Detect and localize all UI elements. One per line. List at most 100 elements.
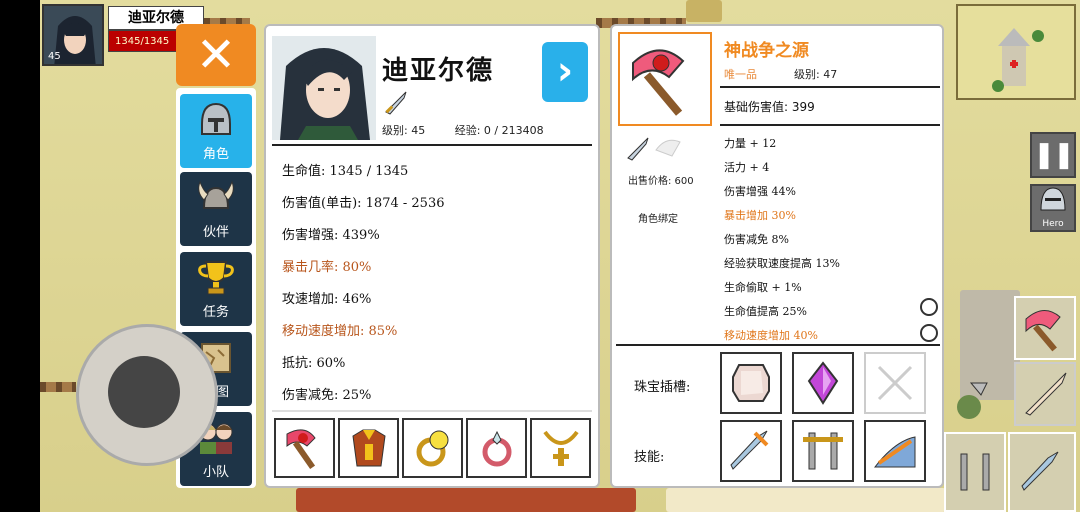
skill-slot-1[interactable] [720,420,782,482]
quick-slot-weapon[interactable] [1014,296,1076,360]
sword-icon [1025,372,1067,416]
fence-decoration [40,382,76,392]
tab-character[interactable]: 角色 [180,94,252,168]
quick-slot-axe[interactable] [946,372,1002,428]
item-detail-panel: 神战争之源 唯一品 级别: 47 基础伤害值: 399 出售价格: 600 角色… [610,24,944,488]
character-portrait [272,36,376,140]
character-stats: 生命值: 1345 / 1345 伤害值(单击): 1874 - 2536 伤害… [282,156,444,412]
empty-slot-icon [877,365,913,401]
divider [720,124,940,126]
minimap-art [992,28,1044,92]
joystick-knob[interactable] [108,356,180,428]
item-bar-decoration [666,488,946,512]
ring-icon [416,430,448,467]
viking-helmet-icon [194,176,238,220]
item-attributes: 力量 + 12 活力 + 4 伤害增强 44% 暴击增加 30% 伤害减免 8%… [724,132,840,348]
close-icon: ✕ [195,27,237,83]
screen-edge [0,0,40,512]
minimap[interactable] [956,4,1076,100]
refresh-icon[interactable] [920,324,938,342]
stat-attack-speed: 攻速增加: 46% [282,292,372,307]
equip-slot-amulet[interactable] [466,418,527,478]
equipment-row [274,418,594,482]
stat-move-speed: 移动速度增加: 85% [282,324,398,339]
gem-slot-2[interactable] [792,352,854,414]
tab-label: 角色 [202,147,229,162]
pause-icon: ❚❚ [1033,140,1075,170]
axe-icon [286,429,316,470]
item-base-damage: 基础伤害值: 399 [724,100,815,114]
hero-portrait-small[interactable]: 45 [42,4,104,66]
item-level: 级别: 47 [794,68,838,81]
item-attr: 生命偷取 + 1% [724,281,802,294]
stat-hp: 生命值: 1345 / 1345 [282,164,409,179]
close-button[interactable]: ✕ [176,24,256,86]
trophy-icon [194,256,238,300]
quick-slot-sword[interactable] [1014,362,1076,426]
amethyst-gem-icon [807,361,839,405]
item-name: 神战争之源 [724,41,809,61]
item-thumbnail [618,32,712,126]
helmet-icon [194,98,238,142]
armor-icon [351,429,386,467]
item-attr: 经验获取速度提高 13% [724,257,840,270]
twin-swords-skill-icon [803,432,843,470]
next-character-button[interactable]: › [542,42,588,102]
diamond-gem-icon [732,364,770,402]
sword-icon [382,88,410,120]
divider [616,344,940,346]
stat-crit-chance: 暴击几率: 80% [282,260,372,275]
character-level: 级别: 45 [382,124,426,137]
chevron-right-icon: › [556,48,574,94]
stat-damage-reduction: 伤害减免: 25% [282,388,372,403]
divider [272,410,592,412]
amulet-icon [482,430,511,467]
whirlwind-skill-icon [873,436,916,468]
stat-damage: 伤害值(单击): 1874 - 2536 [282,196,445,211]
tab-partner[interactable]: 伙伴 [180,172,252,246]
item-attr: 暴击增加 30% [724,209,796,222]
refresh-icon[interactable] [920,298,938,316]
hero-helmet-icon [1040,187,1066,211]
skill-slot-2[interactable] [792,420,854,482]
item-rarity: 唯一品 [724,68,757,81]
character-panel: 迪亚尔德 › 级别: 45 经验: 0 / 213408 生命值: 1345 /… [264,24,600,488]
hero-button[interactable]: Hero [1030,184,1076,232]
item-attr: 伤害增强 44% [724,185,796,198]
quick-slot-skill-1[interactable] [944,432,1006,512]
equip-slot-weapon[interactable] [274,418,335,478]
character-portrait-art [272,36,376,140]
monster-decoration [296,488,636,512]
quick-slot-skill-2[interactable] [1008,432,1076,512]
character-exp: 经验: 0 / 213408 [454,124,544,137]
tab-quest[interactable]: 任务 [180,252,252,326]
character-name: 迪亚尔德 [382,56,495,86]
twin-swords-skill-icon [960,453,990,491]
equip-slot-necklace[interactable] [530,418,591,478]
character-meta: 级别: 45 经验: 0 / 213408 [382,122,570,138]
sword-skill-icon [1021,451,1059,491]
item-binding: 角色绑定 [638,214,678,225]
stat-resist: 抵抗: 60% [282,356,346,371]
skill-slot-3[interactable] [864,420,926,482]
skills-label: 技能: [634,450,665,465]
gem-slot-1[interactable] [720,352,782,414]
item-attr: 生命值提高 25% [724,305,807,318]
sword-skill-icon [730,430,769,470]
stat-damage-boost: 伤害增强: 439% [282,228,380,243]
tab-label: 任务 [202,305,229,320]
item-sell-price: 出售价格: 600 [628,176,694,187]
equip-slot-ring[interactable] [402,418,463,478]
equip-slot-armor[interactable] [338,418,399,478]
item-attr: 力量 + 12 [724,137,777,150]
battle-axe-icon [632,49,685,116]
gem-slot-empty[interactable] [864,352,926,414]
necklace-icon [542,430,579,466]
pause-button[interactable]: ❚❚ [1030,132,1076,178]
divider [272,144,592,146]
hero-button-label: Hero [1042,219,1064,229]
tab-label: 伙伴 [202,225,229,240]
tab-label: 小队 [202,465,229,480]
divider [720,86,940,88]
battle-axe-icon [1025,310,1061,352]
